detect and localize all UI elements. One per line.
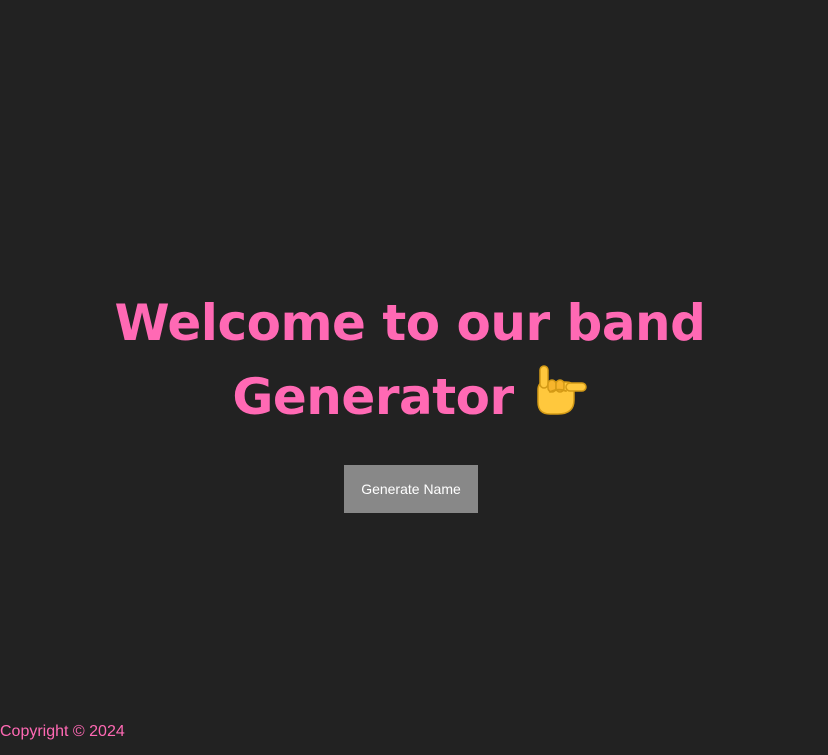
main-content: Welcome to our band Generator Generate N…	[0, 0, 828, 755]
generate-name-button[interactable]: Generate Name	[344, 465, 478, 513]
footer-copyright: Copyright © 2024	[0, 723, 125, 740]
page-title-line-1: Welcome to our band	[114, 294, 706, 352]
page-title-line-2-text: Generator	[232, 368, 514, 426]
sign-of-the-horns-icon	[528, 360, 588, 420]
page-title: Welcome to our band Generator	[90, 286, 730, 434]
page-title-line-2: Generator	[90, 360, 730, 434]
